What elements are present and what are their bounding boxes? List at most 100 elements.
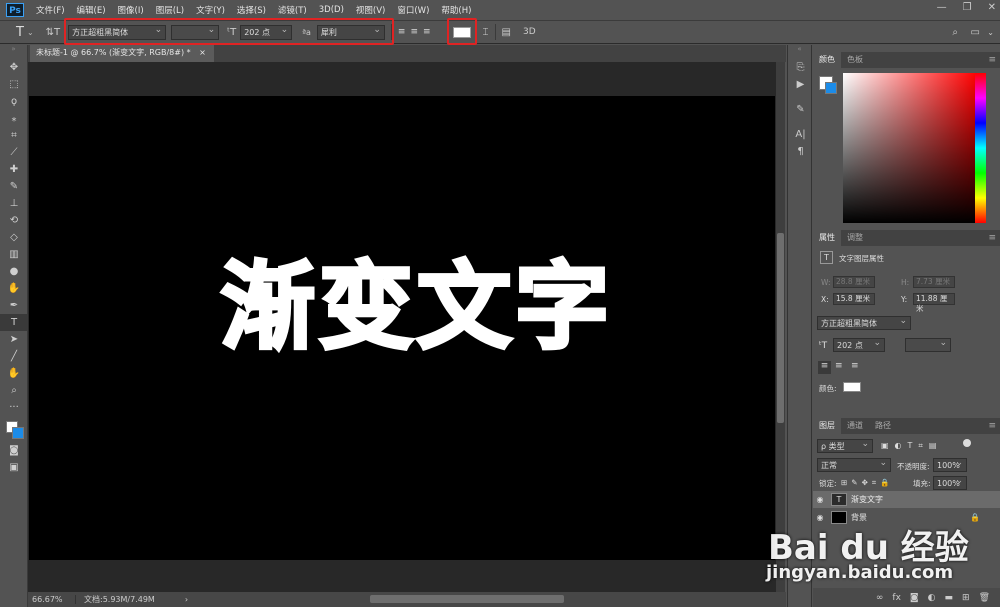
zoom-tool-icon[interactable]: ⌕ — [0, 382, 28, 399]
character-panel-icon[interactable]: ▤ — [502, 27, 511, 38]
add-mask-icon[interactable]: ◙ — [910, 593, 919, 603]
hand-tool-icon[interactable]: ✋ — [0, 365, 28, 382]
panel-menu-icon[interactable]: ≡ — [988, 233, 996, 243]
menu-select[interactable]: 选择(S) — [231, 4, 272, 16]
panel-menu-icon[interactable]: ≡ — [988, 421, 996, 431]
healing-brush-tool-icon[interactable]: ✚ — [0, 161, 28, 178]
document-tab[interactable]: 未标题-1 @ 66.7% (渐变文字, RGB/8#) * × — [30, 45, 214, 62]
workspace-chevron-icon[interactable]: ⌄ — [987, 28, 994, 37]
menu-filter[interactable]: 滤镜(T) — [272, 4, 313, 16]
type-tool-icon[interactable]: T — [0, 314, 28, 331]
hue-slider[interactable] — [975, 73, 986, 223]
close-button[interactable]: ✕ — [988, 2, 996, 13]
properties-font-size[interactable]: 202 点 — [833, 338, 885, 352]
lasso-tool-icon[interactable]: ϙ — [0, 93, 28, 110]
clone-stamp-tool-icon[interactable]: ⊥ — [0, 195, 28, 212]
color-swatches[interactable] — [0, 416, 27, 442]
screen-mode-icon[interactable]: ▣ — [0, 459, 28, 476]
3d-button[interactable]: 3D — [523, 27, 536, 37]
align-right-icon[interactable]: ≡ — [851, 361, 859, 371]
character-panel-icon[interactable]: A| — [788, 126, 813, 143]
pen-tool-icon[interactable]: ✒ — [0, 297, 28, 314]
new-layer-icon[interactable]: ⊞ — [962, 593, 970, 603]
restore-button[interactable]: ❐ — [963, 2, 972, 13]
new-group-icon[interactable]: ▬ — [945, 593, 954, 603]
menu-window[interactable]: 窗口(W) — [391, 4, 435, 16]
menu-layer[interactable]: 图层(L) — [150, 4, 190, 16]
actions-panel-icon[interactable]: ▶ — [788, 76, 813, 93]
tab-properties[interactable]: 属性 — [813, 230, 841, 246]
history-brush-tool-icon[interactable]: ⟲ — [0, 212, 28, 229]
properties-font-family[interactable]: 方正超粗黑简体 — [817, 316, 911, 330]
layer-row-text[interactable]: ◉ T 渐变文字 — [813, 491, 1000, 508]
fx-icon[interactable]: fx — [892, 593, 901, 603]
magic-wand-tool-icon[interactable]: ⁎ — [0, 110, 28, 127]
tab-color[interactable]: 颜色 — [813, 52, 841, 68]
menu-type[interactable]: 文字(Y) — [190, 4, 231, 16]
path-selection-tool-icon[interactable]: ➤ — [0, 331, 28, 348]
workspace-icon[interactable]: ▭ — [971, 27, 980, 38]
layer-filter-select[interactable]: ρ 类型 — [817, 439, 873, 453]
eraser-tool-icon[interactable]: ◇ — [0, 229, 28, 246]
blur-tool-icon[interactable]: ● — [0, 263, 28, 280]
eyedropper-tool-icon[interactable]: ⟋ — [0, 144, 28, 161]
color-field[interactable] — [843, 73, 977, 223]
align-right-icon[interactable]: ≡ — [423, 27, 431, 37]
crop-tool-icon[interactable]: ⌗ — [0, 127, 28, 144]
panel-menu-icon[interactable]: ≡ — [988, 55, 996, 65]
properties-color-swatch[interactable] — [843, 382, 861, 392]
horizontal-scroll-thumb[interactable] — [370, 595, 564, 603]
background-color[interactable] — [825, 82, 837, 94]
delete-layer-icon[interactable]: 🗑 — [979, 593, 990, 603]
filter-toggle-icon[interactable] — [963, 439, 971, 447]
menu-help[interactable]: 帮助(H) — [435, 4, 477, 16]
align-left-icon[interactable]: ≡ — [398, 27, 406, 37]
visibility-eye-icon[interactable]: ◉ — [813, 495, 827, 504]
move-tool-icon[interactable]: ✥ — [0, 59, 28, 76]
line-tool-icon[interactable]: ╱ — [0, 348, 28, 365]
paragraph-panel-icon[interactable]: ¶ — [788, 143, 813, 160]
history-panel-icon[interactable]: ⎘ — [788, 59, 813, 76]
preset-chevron-icon[interactable]: ⌄ — [27, 28, 34, 37]
blend-mode-select[interactable]: 正常 — [817, 458, 891, 472]
menu-3d[interactable]: 3D(D) — [313, 5, 350, 15]
status-arrow-icon[interactable]: › — [185, 595, 188, 604]
menu-file[interactable]: 文件(F) — [30, 4, 71, 16]
tab-swatches[interactable]: 色板 — [841, 52, 869, 68]
canvas-text-layer[interactable]: 渐变文字 — [219, 231, 613, 367]
more-tools-icon[interactable]: ··· — [0, 399, 28, 416]
align-left-icon[interactable]: ≡ — [818, 361, 831, 374]
vertical-scroll-thumb[interactable] — [777, 233, 784, 423]
minimize-button[interactable]: — — [937, 2, 947, 13]
brush-tool-icon[interactable]: ✎ — [0, 178, 28, 195]
search-icon[interactable]: ⌕ — [952, 27, 958, 38]
x-field[interactable]: 15.8 厘米 — [833, 293, 875, 305]
align-center-icon[interactable]: ≡ — [835, 361, 843, 371]
zoom-level[interactable]: 66.67% — [32, 595, 76, 604]
canvas[interactable]: 渐变文字 — [29, 96, 775, 560]
lock-icons[interactable]: ⊞✎✥⌗🔒 — [841, 478, 893, 488]
tab-paths[interactable]: 路径 — [869, 418, 897, 434]
menu-edit[interactable]: 编辑(E) — [71, 4, 112, 16]
adjustment-layer-icon[interactable]: ◐ — [928, 593, 936, 603]
tab-channels[interactable]: 通道 — [841, 418, 869, 434]
type-tool-preset-icon[interactable]: T — [16, 25, 24, 40]
gradient-tool-icon[interactable]: ▥ — [0, 246, 28, 263]
marquee-tool-icon[interactable]: ⬚ — [0, 76, 28, 93]
link-layers-icon[interactable]: ∞ — [876, 593, 884, 603]
dodge-tool-icon[interactable]: ✋ — [0, 280, 28, 297]
y-field[interactable]: 11.88 厘米 — [913, 293, 955, 313]
brush-presets-icon[interactable]: ✎ — [788, 101, 813, 118]
tab-layers[interactable]: 图层 — [813, 418, 841, 434]
tab-adjustments[interactable]: 调整 — [841, 230, 869, 246]
align-center-icon[interactable]: ≡ — [410, 27, 418, 37]
warp-text-icon[interactable]: ⌶ — [483, 27, 489, 38]
quick-mask-icon[interactable]: ◙ — [0, 442, 28, 459]
layer-name[interactable]: 渐变文字 — [851, 494, 883, 505]
fill-field[interactable]: 100% — [933, 476, 967, 490]
layer-filter-icons[interactable]: ▣◐T⌗▤ — [881, 441, 943, 451]
orientation-toggle-icon[interactable]: ⇅T — [46, 27, 61, 38]
opacity-field[interactable]: 100% — [933, 458, 967, 472]
close-tab-icon[interactable]: × — [199, 48, 206, 57]
menu-image[interactable]: 图像(I) — [112, 4, 150, 16]
